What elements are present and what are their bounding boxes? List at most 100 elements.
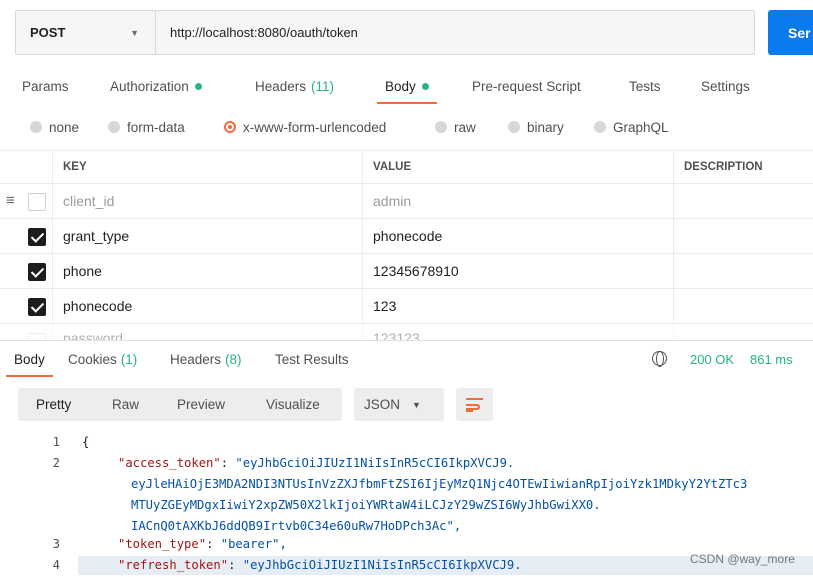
url-input[interactable]: http://localhost:8080/oauth/token xyxy=(156,11,754,54)
table-row: password 123123 xyxy=(0,324,813,340)
row-value[interactable]: admin xyxy=(362,184,673,218)
row-key[interactable]: client_id xyxy=(52,184,362,218)
row-checkbox[interactable] xyxy=(28,333,46,340)
code-line: { xyxy=(82,435,90,449)
row-description[interactable] xyxy=(673,184,813,218)
row-gutter xyxy=(0,289,52,323)
row-checkbox[interactable] xyxy=(28,228,46,246)
view-visualize[interactable]: Visualize xyxy=(266,388,320,421)
status-dot-icon xyxy=(421,82,429,90)
wrap-lines-button[interactable] xyxy=(456,388,493,421)
row-gutter xyxy=(0,219,52,253)
table-row: phone 12345678910 xyxy=(0,254,813,289)
view-pretty[interactable]: Pretty xyxy=(36,388,71,421)
row-checkbox[interactable] xyxy=(28,263,46,281)
tab-settings[interactable]: Settings xyxy=(701,68,750,104)
table-row: grant_type phonecode xyxy=(0,219,813,254)
line-number: 1 xyxy=(52,435,60,449)
json-key: "refresh_token" xyxy=(118,558,229,572)
view-preview[interactable]: Preview xyxy=(177,388,225,421)
drag-handle-icon[interactable]: ≡ xyxy=(6,192,15,209)
code-line: MTUyZGEyMDgxIiwiY2xpZW50X2lkIjoiYWRtaW4i… xyxy=(131,498,601,512)
mode-form-data[interactable]: form-data xyxy=(108,112,185,142)
method-select[interactable]: POST ▼ xyxy=(16,11,156,54)
response-tab-test-results[interactable]: Test Results xyxy=(275,341,349,377)
mode-raw[interactable]: raw xyxy=(435,112,476,142)
tab-pre-request-script[interactable]: Pre-request Script xyxy=(472,68,581,104)
mode-none[interactable]: none xyxy=(30,112,79,142)
row-value[interactable]: phonecode xyxy=(362,219,673,253)
row-key[interactable]: grant_type xyxy=(52,219,362,253)
line-number: 4 xyxy=(52,558,60,572)
tab-body[interactable]: Body xyxy=(377,68,437,104)
line-number: 2 xyxy=(52,456,60,470)
mode-label: x-www-form-urlencoded xyxy=(243,119,387,135)
tab-label: Cookies xyxy=(68,351,117,367)
mode-graphql[interactable]: GraphQL xyxy=(594,112,669,142)
response-tab-cookies[interactable]: Cookies (1) xyxy=(68,341,137,377)
mode-label: raw xyxy=(454,119,476,135)
wrap-icon-tail xyxy=(466,410,473,412)
chevron-down-icon: ▼ xyxy=(130,27,139,38)
body-mode-selector: none form-data x-www-form-urlencoded raw… xyxy=(0,112,813,142)
response-tab-headers[interactable]: Headers (8) xyxy=(170,341,242,377)
table-header-row: KEY VALUE DESCRIPTION xyxy=(0,150,813,184)
tab-count: (8) xyxy=(225,351,242,367)
send-button[interactable]: Ser xyxy=(768,10,813,55)
table-row: phonecode 123 xyxy=(0,289,813,324)
mode-label: GraphQL xyxy=(613,119,669,135)
row-key[interactable]: phone xyxy=(52,254,362,288)
url-bar: POST ▼ http://localhost:8080/oauth/token xyxy=(15,10,755,55)
status-dot-icon xyxy=(194,82,202,90)
json-value: "bearer", xyxy=(220,537,287,551)
chevron-down-icon: ▼ xyxy=(412,399,421,410)
tab-authorization[interactable]: Authorization xyxy=(110,68,202,104)
tab-count: (11) xyxy=(311,78,335,94)
row-key[interactable]: phonecode xyxy=(52,289,362,323)
row-description[interactable] xyxy=(673,254,813,288)
tab-params[interactable]: Params xyxy=(22,68,69,104)
code-line: "access_token": "eyJhbGciOiJIUzI1NiIsInR… xyxy=(118,456,515,470)
row-description[interactable] xyxy=(673,324,813,340)
row-checkbox[interactable] xyxy=(28,193,46,211)
tab-tests[interactable]: Tests xyxy=(629,68,661,104)
tab-count: (1) xyxy=(120,351,138,367)
row-value[interactable]: 12345678910 xyxy=(362,254,673,288)
tab-label: Test Results xyxy=(275,351,349,367)
tab-headers[interactable]: Headers (11) xyxy=(255,68,334,104)
format-select[interactable]: JSON ▼ xyxy=(354,388,444,421)
view-mode-toolbar: Pretty Raw Preview Visualize xyxy=(18,388,342,421)
format-label: JSON xyxy=(364,397,401,412)
tab-label: Settings xyxy=(701,78,750,94)
mode-label: binary xyxy=(527,119,564,135)
method-label: POST xyxy=(30,25,66,40)
tab-label: Params xyxy=(22,78,69,94)
view-raw[interactable]: Raw xyxy=(112,388,139,421)
status-badge: 200 OK xyxy=(690,351,735,367)
row-checkbox[interactable] xyxy=(28,298,46,316)
response-tab-body[interactable]: Body xyxy=(6,341,53,377)
code-line: "refresh_token": "eyJhbGciOiJIUzI1NiIsIn… xyxy=(118,558,522,572)
json-value: "eyJhbGciOiJIUzI1NiIsInR5cCI6IkpXVCJ9. xyxy=(242,558,522,572)
row-value[interactable]: 123 xyxy=(362,289,673,323)
mode-label: form-data xyxy=(127,119,185,135)
tab-label: Authorization xyxy=(110,78,189,94)
table-row: ≡ client_id admin xyxy=(0,184,813,219)
tab-label: Headers xyxy=(170,351,222,367)
watermark: CSDN @way_more xyxy=(690,552,795,566)
json-key: "token_type" xyxy=(118,537,207,551)
mode-binary[interactable]: binary xyxy=(508,112,564,142)
code-line: "token_type": "bearer", xyxy=(118,537,287,551)
globe-icon[interactable] xyxy=(652,351,667,367)
column-header-description: DESCRIPTION xyxy=(673,151,813,183)
response-tabs: Body Cookies (1) Headers (8) Test Results … xyxy=(0,340,813,377)
row-value[interactable]: 123123 xyxy=(362,324,673,340)
row-description[interactable] xyxy=(673,219,813,253)
radio-selected-icon xyxy=(224,121,236,133)
tab-label: Body xyxy=(385,78,416,94)
row-key[interactable]: password xyxy=(52,324,362,340)
mode-x-www-form-urlencoded[interactable]: x-www-form-urlencoded xyxy=(224,112,386,142)
line-number: 3 xyxy=(52,537,60,551)
column-header-key: KEY xyxy=(52,151,362,183)
row-description[interactable] xyxy=(673,289,813,323)
